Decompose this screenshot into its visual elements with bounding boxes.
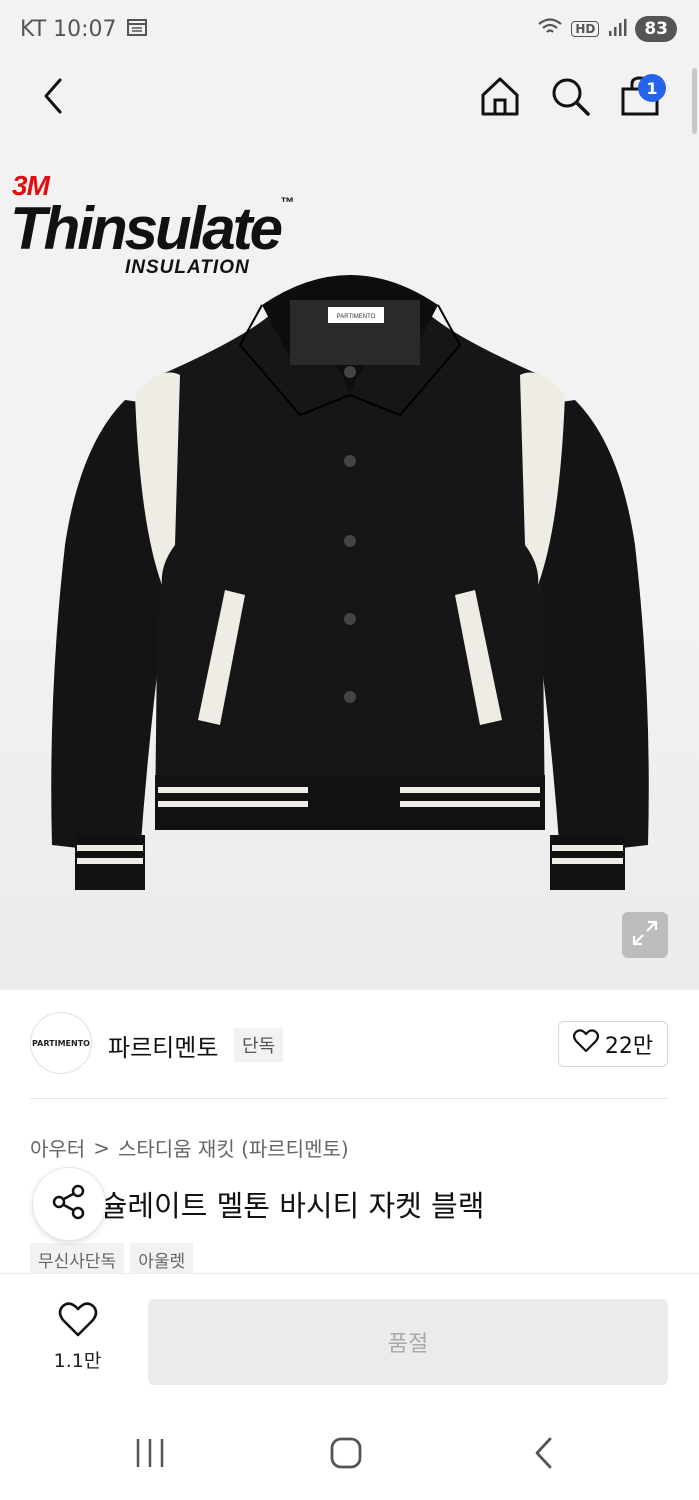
brand-logo[interactable]: PARTIMENTO (30, 1012, 92, 1074)
divider (30, 1098, 668, 1099)
product-tags: 무신사단독 아울렛 (30, 1243, 194, 1276)
recent-apps-button[interactable] (120, 1430, 180, 1480)
search-icon (549, 75, 591, 121)
tag-exclusive: 무신사단독 (30, 1243, 125, 1276)
recent-apps-icon (133, 1437, 167, 1473)
jacket-label-text: PARTIMENTO (337, 314, 376, 320)
cart-button[interactable]: 1 (612, 70, 668, 126)
status-right: HD 83 (537, 16, 677, 42)
brand-name[interactable]: 파르티멘토 (108, 1028, 218, 1063)
share-icon (50, 1183, 88, 1225)
carrier-time: KT 10:07 (20, 17, 117, 42)
calendar-icon (126, 17, 147, 42)
scrollbar[interactable] (692, 68, 697, 134)
wifi-icon (537, 17, 563, 41)
product-image[interactable]: 3M Thinsulate™ INSULATION PARTIMENTO (0, 140, 699, 990)
wishlist-button[interactable]: 1.1만 (30, 1302, 125, 1382)
product-title-text: 신슐레이트 멜톤 바시티 자켓 블랙 (74, 1189, 485, 1223)
back-button[interactable] (26, 70, 82, 126)
expand-image-button[interactable] (622, 912, 668, 958)
system-navigation-bar (0, 1410, 699, 1500)
brand-like-button[interactable]: 22만 (558, 1021, 668, 1067)
back-system-button[interactable] (514, 1430, 574, 1480)
heart-icon (58, 1302, 98, 1342)
brand-like-count: 22만 (604, 1034, 654, 1059)
home-button[interactable] (472, 70, 528, 126)
heart-icon (572, 1029, 599, 1059)
status-left: KT 10:07 (20, 17, 147, 42)
status-bar: KT 10:07 HD 83 (0, 0, 699, 60)
back-arrow-icon (40, 76, 68, 120)
home-circle-icon (329, 1436, 363, 1474)
varsity-jacket-illustration: PARTIMENTO (51, 275, 649, 890)
breadcrumb-separator: > (93, 1135, 110, 1160)
sold-out-button[interactable]: 품절 (148, 1299, 668, 1385)
expand-icon (631, 919, 659, 951)
breadcrumb: 아우터 > 스타디움 재킷 (파르티멘토) (30, 1133, 349, 1162)
tag-outlet: 아울렛 (130, 1243, 194, 1276)
brand-row: PARTIMENTO 파르티멘토 단독 22만 (0, 1010, 699, 1080)
breadcrumb-subcategory[interactable]: 스타디움 재킷 (파르티멘토) (118, 1133, 349, 1162)
search-button[interactable] (542, 70, 598, 126)
trademark-symbol: ™ (280, 194, 295, 210)
purchase-bar: 1.1만 품절 (0, 1273, 699, 1403)
share-button[interactable] (32, 1167, 106, 1241)
signal-icon (607, 17, 627, 41)
home-system-button[interactable] (316, 1430, 376, 1480)
wishlist-count: 1.1만 (53, 1350, 102, 1372)
top-navigation: 1 (0, 60, 699, 140)
back-chevron-icon (532, 1436, 556, 1474)
breadcrumb-category[interactable]: 아우터 (30, 1133, 85, 1162)
exclusive-tag: 단독 (234, 1028, 284, 1062)
cart-count-badge: 1 (638, 74, 666, 102)
battery-indicator: 83 (635, 16, 677, 42)
home-icon (479, 75, 521, 121)
hd-indicator: HD (571, 21, 600, 37)
